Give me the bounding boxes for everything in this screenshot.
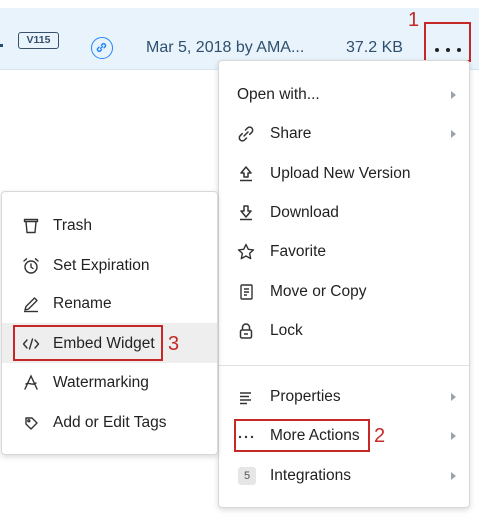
menu-item-upload-new-version[interactable]: Upload New Version xyxy=(219,156,469,192)
menu-item-add-or-edit-tags[interactable]: Add or Edit Tags xyxy=(2,405,217,441)
menu-item-label: Download xyxy=(270,204,339,221)
menu-item-label: Integrations xyxy=(270,467,351,484)
menu-item-label: Lock xyxy=(270,322,303,339)
menu-item-label: Favorite xyxy=(270,243,326,260)
menu-item-set-expiration[interactable]: Set Expiration xyxy=(2,248,217,284)
menu-item-label: Watermarking xyxy=(53,374,149,391)
menu-item-trash[interactable]: Trash xyxy=(2,208,217,244)
menu-item-share[interactable]: Share xyxy=(219,116,469,152)
callout-box-2 xyxy=(234,419,370,452)
menu-item-label: Trash xyxy=(53,217,93,234)
menu-item-label: Upload New Version xyxy=(270,165,411,182)
menu-item-label: Rename xyxy=(53,295,112,312)
menu-item-properties[interactable]: Properties xyxy=(219,379,469,415)
menu-item-label: Open with... xyxy=(237,86,320,103)
alarm-clock-icon xyxy=(21,256,41,276)
callout-number-2: 2 xyxy=(374,425,386,447)
menu-item-favorite[interactable]: Favorite xyxy=(219,234,469,270)
chevron-right-icon xyxy=(451,472,456,480)
chevron-right-icon xyxy=(451,432,456,440)
menu-item-move-or-copy[interactable]: Move or Copy xyxy=(219,274,469,310)
tag-icon xyxy=(21,413,41,433)
download-icon xyxy=(236,203,256,223)
integrations-count-badge: 5 xyxy=(238,467,256,485)
chevron-right-icon xyxy=(451,393,456,401)
pencil-icon xyxy=(21,294,41,314)
menu-item-download[interactable]: Download xyxy=(219,195,469,231)
callout-number-1: 1 xyxy=(408,9,420,31)
menu-divider xyxy=(219,365,469,366)
lock-icon xyxy=(236,321,256,341)
menu-item-rename[interactable]: Rename xyxy=(2,286,217,322)
modified-info: Mar 5, 2018 by AMA... xyxy=(146,39,305,56)
chevron-right-icon xyxy=(451,91,456,99)
menu-item-label: Move or Copy xyxy=(270,283,367,300)
menu-item-label: Properties xyxy=(270,388,341,405)
callout-box-1 xyxy=(424,22,471,62)
menu-item-open-with[interactable]: Open with... xyxy=(219,77,469,113)
shared-link-icon[interactable] xyxy=(91,37,113,59)
link-icon xyxy=(236,124,256,144)
file-size: 37.2 KB xyxy=(346,39,403,56)
upload-icon xyxy=(236,164,256,184)
menu-item-integrations[interactable]: 5 Integrations xyxy=(219,458,469,494)
star-icon xyxy=(236,242,256,262)
chevron-right-icon xyxy=(451,130,456,138)
callout-number-3: 3 xyxy=(168,333,180,355)
menu-item-label: Set Expiration xyxy=(53,257,150,274)
row-bullet xyxy=(0,44,3,47)
menu-item-watermarking[interactable]: Watermarking xyxy=(2,365,217,401)
trash-icon xyxy=(21,216,41,236)
callout-box-3 xyxy=(13,325,163,361)
copy-icon xyxy=(236,282,256,302)
list-icon xyxy=(236,387,256,407)
more-actions-submenu: Trash Set Expiration Rename Embed Widget… xyxy=(1,191,218,455)
menu-item-lock[interactable]: Lock xyxy=(219,313,469,349)
menu-item-label: Share xyxy=(270,125,312,142)
version-badge: V115 xyxy=(18,32,59,49)
watermark-icon xyxy=(21,373,41,393)
menu-item-label: Add or Edit Tags xyxy=(53,414,167,431)
